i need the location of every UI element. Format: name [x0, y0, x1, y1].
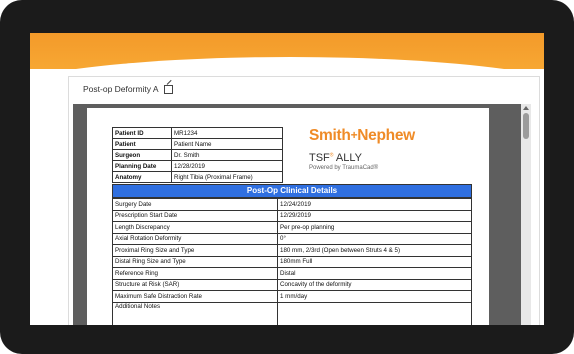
prescription-start-value: 12/29/2019 — [277, 209, 472, 222]
structure-at-risk-label: Structure at Risk (SAR) — [112, 278, 278, 291]
patient-value: Patient Name — [171, 138, 283, 150]
pdf-page: Patient ID MR1234 Patient Patient Name S… — [87, 108, 489, 325]
surgeon-label: Surgeon — [112, 149, 172, 161]
length-discrepancy-label: Length Discrepancy — [112, 221, 278, 234]
table-row: Surgery Date 12/24/2019 — [112, 198, 472, 211]
anatomy-value: Right Tibia (Proximal Frame) — [171, 171, 283, 183]
proximal-ring-value: 180 mm, 2/3rd (Open between Struts 4 & 5… — [277, 244, 472, 257]
device-bezel: Post-op Deformity A Patient ID MR1234 Pa… — [0, 0, 574, 354]
table-row: Prescription Start Date 12/29/2019 — [112, 209, 472, 222]
table-row: Reference Ring Distal — [112, 267, 472, 280]
smith-nephew-logo: Smith+Nephew — [309, 127, 415, 145]
pdf-frame[interactable]: Patient ID MR1234 Patient Patient Name S… — [73, 104, 531, 325]
distal-ring-value: 180mm Full — [277, 255, 472, 268]
reference-ring-label: Reference Ring — [112, 267, 278, 280]
logo-part-1: Smith — [309, 127, 351, 144]
table-row: Maximum Safe Distraction Rate 1 mm/day — [112, 290, 472, 303]
additional-notes-value — [277, 301, 472, 325]
axial-rotation-value: 0° — [277, 232, 472, 245]
planning-date-value: 12/28/2019 — [171, 160, 283, 172]
structure-at-risk-value: Concavity of the deformity — [277, 278, 472, 291]
vertical-scrollbar[interactable] — [521, 104, 531, 325]
tsf-ally-logo: TSF® ALLY — [309, 152, 362, 164]
powered-by-text: Powered by TraumaCad® — [309, 165, 379, 171]
distal-ring-label: Distal Ring Size and Type — [112, 255, 278, 268]
viewer-title: Post-op Deformity A — [83, 84, 159, 94]
patient-id-value: MR1234 — [171, 127, 283, 139]
logo-part-2: Nephew — [357, 127, 415, 144]
table-row: Surgeon Dr. Smith — [112, 149, 283, 161]
patient-id-label: Patient ID — [112, 127, 172, 139]
length-discrepancy-value: Per pre-op planning — [277, 221, 472, 234]
table-row: Patient ID MR1234 — [112, 127, 283, 139]
scroll-up-arrow-icon[interactable] — [523, 106, 529, 110]
max-distraction-rate-value: 1 mm/day — [277, 290, 472, 303]
table-row: Distal Ring Size and Type 180mm Full — [112, 255, 472, 268]
patient-label: Patient — [112, 138, 172, 150]
proximal-ring-label: Proximal Ring Size and Type — [112, 244, 278, 257]
surgeon-value: Dr. Smith — [171, 149, 283, 161]
axial-rotation-label: Axial Rotation Deformity — [112, 232, 278, 245]
clinical-details-table: Surgery Date 12/24/2019 Prescription Sta… — [112, 198, 472, 325]
surgery-date-label: Surgery Date — [112, 198, 278, 211]
scrollbar-thumb[interactable] — [523, 113, 529, 139]
reference-ring-value: Distal — [277, 267, 472, 280]
table-row: Patient Patient Name — [112, 138, 283, 150]
table-row: Planning Date 12/28/2019 — [112, 160, 283, 172]
open-external-icon[interactable] — [163, 84, 173, 94]
anatomy-label: Anatomy — [112, 171, 172, 183]
planning-date-label: Planning Date — [112, 160, 172, 172]
viewer-title-bar: Post-op Deformity A — [83, 84, 173, 94]
max-distraction-rate-label: Maximum Safe Distraction Rate — [112, 290, 278, 303]
device-screen: Post-op Deformity A Patient ID MR1234 Pa… — [30, 33, 544, 325]
table-row: Axial Rotation Deformity 0° — [112, 232, 472, 245]
clinical-details-header: Post-Op Clinical Details — [112, 184, 472, 198]
additional-notes-label: Additional Notes — [112, 301, 278, 325]
table-row: Anatomy Right Tibia (Proximal Frame) — [112, 171, 283, 183]
surgery-date-value: 12/24/2019 — [277, 198, 472, 211]
document-viewer: Post-op Deformity A Patient ID MR1234 Pa… — [68, 76, 540, 325]
product-name: TSF — [309, 152, 330, 164]
table-row: Structure at Risk (SAR) Concavity of the… — [112, 278, 472, 291]
patient-info-table: Patient ID MR1234 Patient Patient Name S… — [112, 127, 283, 183]
table-row: Length Discrepancy Per pre-op planning — [112, 221, 472, 234]
product-suffix: ALLY — [333, 152, 363, 164]
table-row: Proximal Ring Size and Type 180 mm, 2/3r… — [112, 244, 472, 257]
table-row: Additional Notes — [112, 301, 472, 325]
prescription-start-label: Prescription Start Date — [112, 209, 278, 222]
clinical-details-section: Post-Op Clinical Details Surgery Date 12… — [112, 184, 472, 325]
